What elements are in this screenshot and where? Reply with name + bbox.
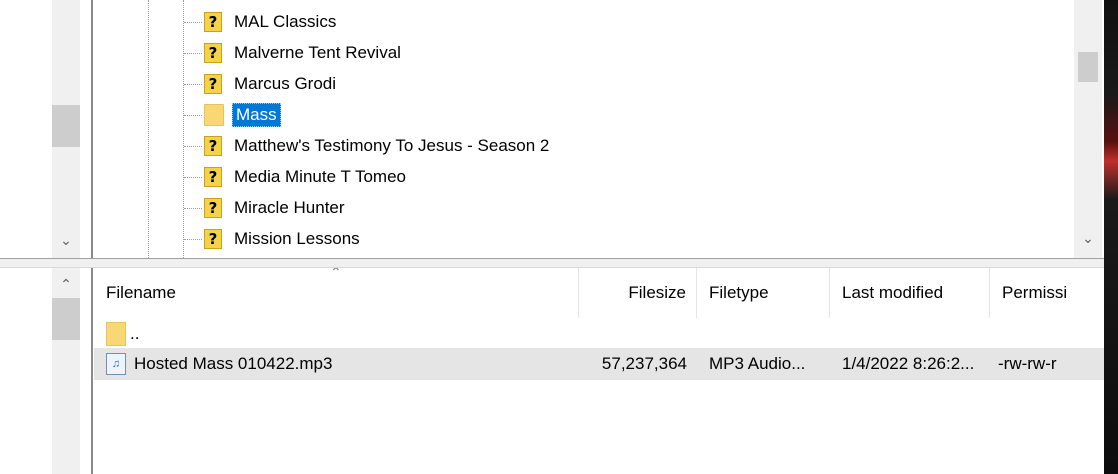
tree-item-label-selected: Mass — [232, 103, 281, 127]
tree-item-label: Marcus Grodi — [234, 74, 337, 93]
tree-item-label: Mission Lessons — [234, 229, 360, 248]
tree-item-marcus-grodi[interactable]: ? Marcus Grodi — [184, 71, 336, 97]
tree-item-label: MAL Classics — [234, 12, 337, 31]
tree-item-label: Malverne Tent Revival — [234, 43, 401, 62]
remote-directory-tree: ? MAL Classics ? Malverne Tent Revival ?… — [94, 0, 1074, 258]
file-name: Hosted Mass 010422.mp3 — [134, 354, 333, 373]
column-label: Last modified — [842, 283, 944, 302]
file-name: .. — [130, 324, 140, 343]
chevron-down-icon[interactable]: ⌄ — [56, 232, 76, 252]
question-icon: ? — [204, 136, 222, 156]
tree-item-label: Miracle Hunter — [234, 198, 345, 217]
remote-file-list: ⌃ Filename Filesize Filetype Last modifi… — [94, 268, 1104, 474]
tree-item-label: Matthew's Testimony To Jesus - Season 2 — [234, 136, 550, 155]
column-header-filetype[interactable]: Filetype — [697, 268, 830, 318]
question-icon: ? — [204, 167, 222, 187]
pane-splitter[interactable] — [0, 258, 1104, 268]
file-modified: 1/4/2022 8:26:2... — [842, 354, 975, 373]
folder-icon — [204, 104, 224, 126]
pane-divider — [91, 268, 93, 474]
column-header-permissions[interactable]: Permissi — [990, 268, 1104, 318]
tree-item-mission-lessons[interactable]: ? Mission Lessons — [184, 226, 360, 252]
column-label: Filetype — [709, 283, 769, 302]
table-row[interactable]: ♫ Hosted Mass 010422.mp3 57,237,364 MP3 … — [94, 348, 1104, 380]
file-list-header: ⌃ Filename Filesize Filetype Last modifi… — [94, 268, 1104, 318]
tree-item-matthews-testimony[interactable]: ? Matthew's Testimony To Jesus - Season … — [184, 133, 549, 159]
chevron-down-icon[interactable]: ⌄ — [1078, 230, 1098, 250]
question-icon: ? — [204, 43, 222, 63]
local-list-scroll-thumb[interactable] — [52, 298, 80, 340]
tree-scroll-thumb[interactable] — [1078, 52, 1098, 82]
column-label: Filename — [106, 283, 176, 302]
tree-item-mal-classics[interactable]: ? MAL Classics — [184, 9, 336, 35]
tree-item-label: Media Minute T Tomeo — [234, 167, 406, 186]
sort-ascending-icon: ⌃ — [330, 268, 342, 280]
column-label: Permissi — [1002, 283, 1068, 302]
tree-scrollbar[interactable]: ⌄ — [1074, 0, 1102, 258]
question-icon: ? — [204, 12, 222, 32]
question-icon: ? — [204, 74, 222, 94]
tree-item-media-minute[interactable]: ? Media Minute T Tomeo — [184, 164, 406, 190]
chevron-up-icon[interactable]: ⌃ — [56, 276, 76, 296]
local-list-pane-edge: ⌃ — [0, 268, 90, 474]
local-tree-pane-edge: ⌄ — [0, 0, 90, 258]
tree-item-malverne-tent-revival[interactable]: ? Malverne Tent Revival — [184, 40, 401, 66]
file-size: 57,237,364 — [601, 354, 687, 373]
background-window-edge — [1104, 0, 1118, 474]
column-header-filename[interactable]: ⌃ Filename — [94, 268, 579, 318]
pane-divider — [91, 0, 93, 258]
audio-file-icon: ♫ — [106, 353, 126, 375]
question-icon: ? — [204, 229, 222, 249]
tree-guide-line — [148, 0, 149, 258]
column-header-last-modified[interactable]: Last modified — [830, 268, 990, 318]
local-tree-scroll-thumb[interactable] — [52, 105, 80, 147]
file-permissions: -rw-rw-r — [998, 354, 1057, 373]
file-type: MP3 Audio... — [709, 354, 806, 373]
tree-item-miracle-hunter[interactable]: ? Miracle Hunter — [184, 195, 345, 221]
tree-item-mass[interactable]: Mass — [184, 102, 281, 128]
column-header-filesize[interactable]: Filesize — [579, 268, 697, 318]
question-icon: ? — [204, 198, 222, 218]
folder-icon — [106, 322, 126, 346]
ftp-client-window: ⌄ ⌃ ? MAL Classics ? Malverne Tent Reviv… — [0, 0, 1118, 474]
column-label: Filesize — [628, 283, 686, 302]
parent-directory-row[interactable]: .. — [94, 318, 1104, 350]
